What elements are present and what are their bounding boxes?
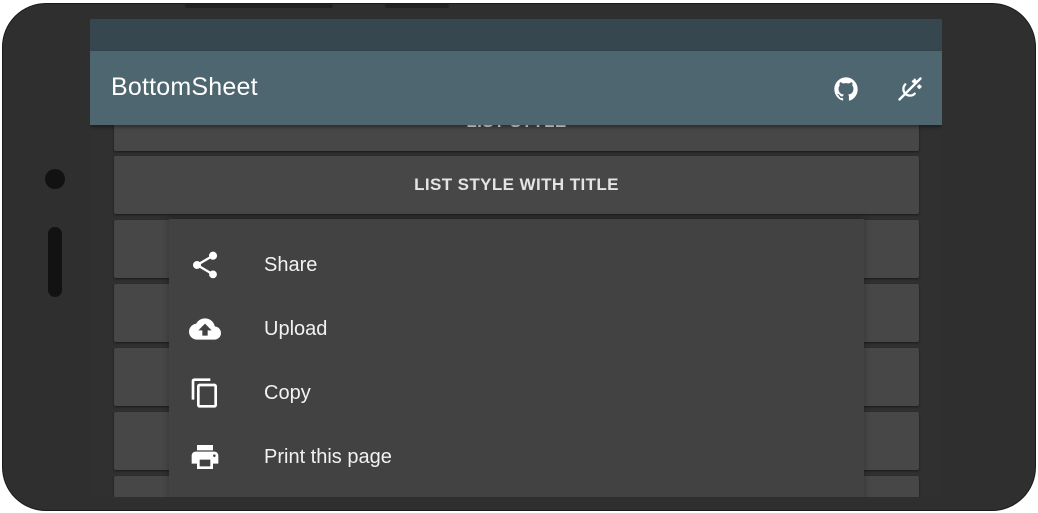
print-label: Print this page <box>264 445 392 468</box>
list-style-with-title-button-label: LIST STYLE WITH TITLE <box>414 175 619 194</box>
github-icon[interactable] <box>832 75 860 103</box>
copy-icon <box>191 378 217 408</box>
share-menu-item[interactable]: Share <box>169 233 864 297</box>
speaker-grille <box>48 227 62 297</box>
share-label: Share <box>264 253 318 276</box>
front-camera <box>45 169 65 189</box>
volume-button <box>185 4 333 8</box>
power-button <box>385 4 449 8</box>
cloud-upload-icon <box>189 318 221 340</box>
app-bar: BottomSheet <box>90 51 942 125</box>
upload-label: Upload <box>264 317 328 340</box>
bottom-sheet: Share Upload Copy Print this page <box>169 219 864 497</box>
copy-label: Copy <box>264 381 311 404</box>
share-icon <box>192 251 218 279</box>
print-icon <box>191 445 219 469</box>
print-menu-item[interactable]: Print this page <box>169 425 864 489</box>
device-screen: LIST STYLE LIST STYLE WITH TITLE BottomS… <box>90 19 942 497</box>
upload-menu-item[interactable]: Upload <box>169 297 864 361</box>
theme-toggle-icon[interactable] <box>896 75 924 103</box>
copy-menu-item[interactable]: Copy <box>169 361 864 425</box>
list-style-with-title-button[interactable]: LIST STYLE WITH TITLE <box>114 156 919 214</box>
status-bar <box>90 19 942 51</box>
app-title: BottomSheet <box>111 73 258 101</box>
